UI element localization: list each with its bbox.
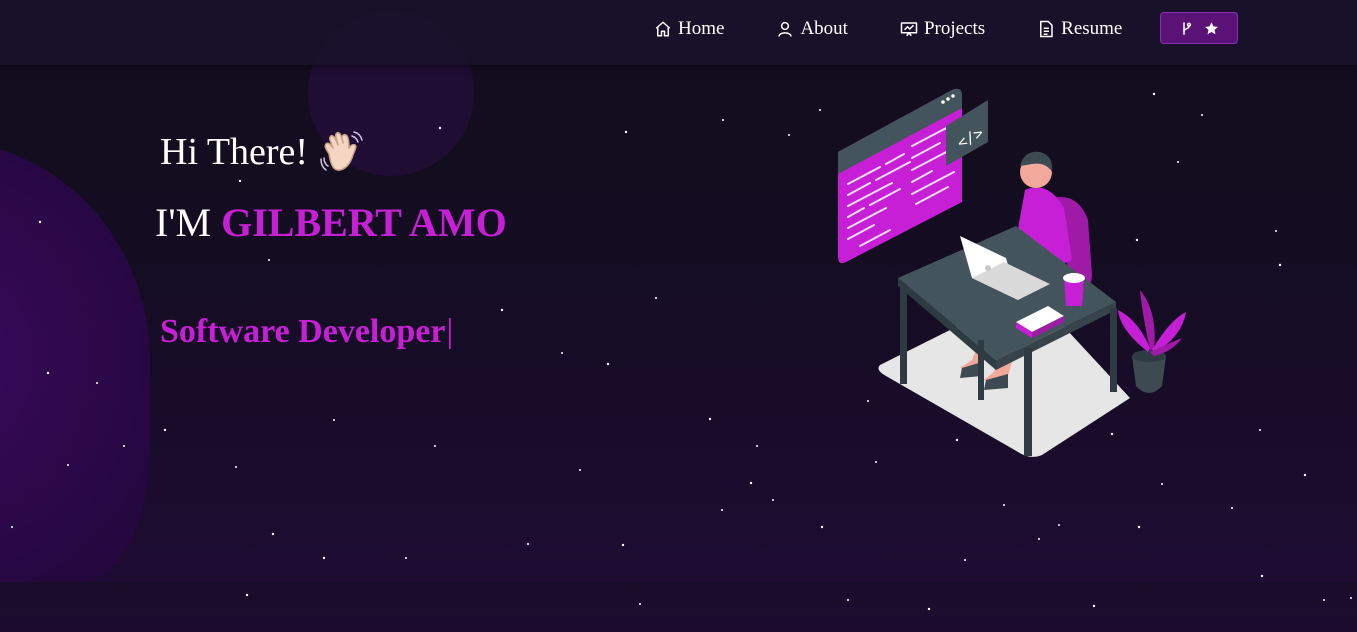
hero-greeting: Hi There! bbox=[160, 128, 366, 176]
navbar: Home About Projects Resume bbox=[0, 0, 1357, 65]
star-icon bbox=[1205, 21, 1218, 34]
user-icon bbox=[778, 21, 793, 37]
role-text: Software Developer bbox=[160, 313, 446, 350]
waving-hand-icon bbox=[320, 131, 363, 171]
hero-role: Software Developer| bbox=[160, 313, 453, 351]
home-icon bbox=[655, 21, 671, 37]
hero-name: GILBERT AMO bbox=[221, 200, 507, 245]
page-root: Home About Projects Resume Hi There! I'M… bbox=[0, 0, 1357, 632]
nav-item-label: Home bbox=[678, 18, 725, 39]
greeting-text: Hi There! bbox=[160, 131, 309, 173]
git-fork-icon bbox=[1183, 21, 1192, 35]
document-icon bbox=[1040, 20, 1053, 38]
typewriter-cursor: | bbox=[446, 313, 454, 350]
nav-item-projects[interactable]: Projects bbox=[900, 18, 985, 40]
github-fork-star-button[interactable] bbox=[1160, 12, 1238, 44]
nav-item-resume[interactable]: Resume bbox=[1037, 18, 1122, 40]
nav-links: Home About Projects Resume bbox=[654, 14, 1122, 44]
nav-item-home[interactable]: Home bbox=[654, 18, 724, 40]
developer-illustration: </> bbox=[838, 88, 1186, 457]
nav-item-label: About bbox=[800, 18, 848, 39]
nav-item-label: Projects bbox=[923, 18, 986, 39]
intro-prefix: I'M bbox=[155, 200, 212, 245]
hero-name-line: I'M GILBERT AMO bbox=[155, 199, 507, 246]
nav-item-label: Resume bbox=[1061, 18, 1123, 39]
presentation-icon bbox=[900, 22, 918, 37]
nav-item-about[interactable]: About bbox=[776, 18, 848, 40]
